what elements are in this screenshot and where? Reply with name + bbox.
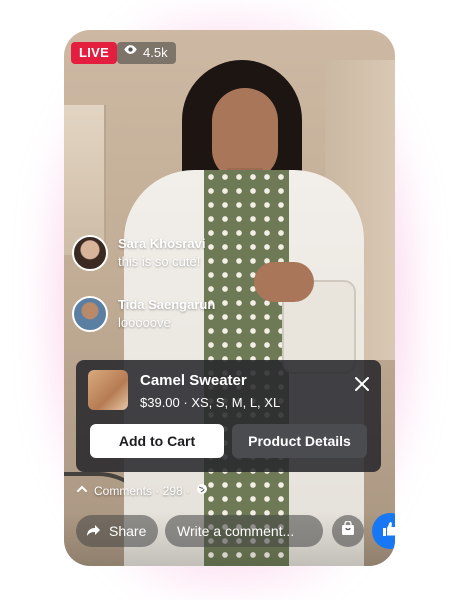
comment-body: looooove (118, 315, 171, 330)
close-icon[interactable] (353, 375, 371, 393)
product-details-button[interactable]: Product Details (232, 424, 367, 458)
product-price-sizes: $39.00 · XS, S, M, L, XL (140, 395, 281, 410)
product-thumbnail[interactable] (88, 370, 128, 410)
avatar[interactable] (72, 296, 108, 332)
share-label: Share (109, 523, 147, 539)
eye-icon (123, 42, 138, 64)
thumbs-up-icon (381, 520, 395, 543)
comments-count-label: Comments · 298 · (94, 483, 191, 498)
shop-button[interactable] (332, 515, 364, 547)
product-card: Camel Sweater $39.00 · XS, S, M, L, XL A… (76, 360, 381, 472)
comment-author[interactable]: Sara Khosravi (118, 235, 205, 253)
globe-icon (196, 483, 208, 498)
share-arrow-icon (86, 522, 102, 541)
model-face (212, 88, 278, 180)
comment-input[interactable]: Write a comment... (165, 515, 323, 547)
live-badge: LIVE (71, 42, 118, 64)
avatar[interactable] (72, 235, 108, 271)
shelf (64, 105, 106, 255)
add-to-cart-button[interactable]: Add to Cart (90, 424, 224, 458)
comments-toggle[interactable]: Comments · 298 · (76, 483, 208, 498)
viewer-count-badge: 4.5k (117, 42, 176, 64)
share-button[interactable]: Share (76, 515, 159, 547)
shop-bag-icon (340, 519, 356, 542)
live-video-frame: LIVE 4.5k Sara Khosravi this is so cute!… (64, 30, 395, 566)
comment-item: Tida Saengarun looooove (72, 296, 215, 332)
comment-body: this is so cute! (118, 254, 201, 269)
comment-author[interactable]: Tida Saengarun (118, 296, 215, 314)
comment-item: Sara Khosravi this is so cute! (72, 235, 205, 271)
viewer-count: 4.5k (143, 45, 168, 60)
product-name[interactable]: Camel Sweater (140, 372, 247, 389)
model-hands (254, 262, 314, 302)
chevron-up-icon (76, 483, 88, 498)
